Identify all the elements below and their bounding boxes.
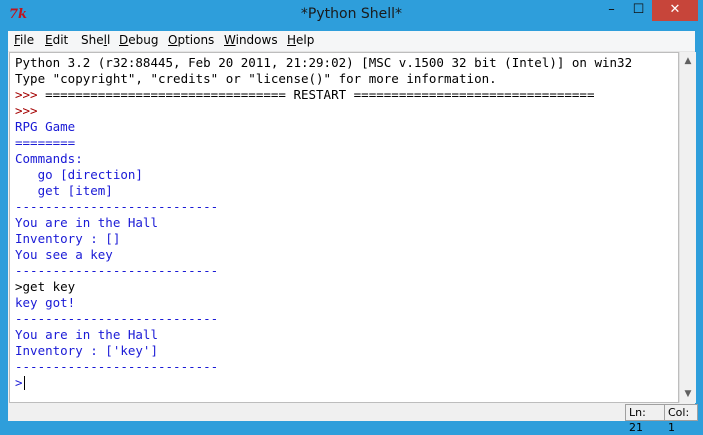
vertical-scrollbar[interactable]: ▲ ▼ — [679, 52, 696, 403]
menu-help[interactable]: Help — [287, 33, 314, 47]
shell-line: --------------------------- — [15, 263, 219, 278]
prompt-marker: >>> — [15, 87, 46, 102]
menu-options[interactable]: Options — [168, 33, 214, 47]
menu-file[interactable]: File — [14, 33, 34, 47]
menu-label-part: D — [119, 33, 129, 47]
text-cursor — [24, 376, 25, 390]
shell-line: >get key — [15, 279, 76, 294]
scroll-down-arrow-icon[interactable]: ▼ — [680, 386, 696, 402]
menu-label-part: elp — [296, 33, 315, 47]
menu-label-part: She — [81, 33, 104, 47]
shell-line: --------------------------- — [15, 199, 219, 214]
menu-label-part: W — [224, 33, 236, 47]
menu-shell[interactable]: Shell — [81, 33, 110, 47]
close-button[interactable]: ✕ — [652, 0, 698, 21]
title-bar[interactable]: 7k *Python Shell* – ☐ ✕ — [0, 0, 703, 31]
shell-line: You see a key — [15, 247, 113, 262]
column-number-indicator: Col: 1 — [664, 404, 698, 434]
menu-edit[interactable]: Edit — [45, 33, 68, 47]
scroll-up-arrow-icon[interactable]: ▲ — [680, 53, 696, 69]
maximize-button[interactable]: ☐ — [625, 0, 652, 21]
shell-line: go [direction] — [15, 167, 143, 182]
shell-line: RPG Game — [15, 119, 76, 134]
shell-line: >>> — [15, 103, 46, 118]
shell-line: > — [15, 375, 23, 390]
menu-label-part: ptions — [177, 33, 215, 47]
status-bar: Ln: 21 Col: 1 — [8, 403, 698, 434]
menu-label-part: ebug — [128, 33, 159, 47]
menu-windows[interactable]: Windows — [224, 33, 278, 47]
menu-label-part: indows — [235, 33, 278, 47]
shell-line: You are in the Hall — [15, 327, 158, 342]
shell-line: ======== — [15, 135, 76, 150]
menu-label-part: ile — [20, 33, 35, 47]
menu-label-part: E — [45, 33, 53, 47]
shell-line: Type "copyright", "credits" or "license(… — [15, 71, 497, 86]
menu-label-part: l — [106, 33, 111, 47]
restart-banner: ================================ RESTART… — [45, 87, 595, 102]
shell-line: --------------------------- — [15, 311, 219, 326]
shell-line: Inventory : ['key'] — [15, 343, 158, 358]
menu-bar: File Edit Shell Debug Options Windows Help — [8, 31, 695, 52]
line-number-indicator: Ln: 21 — [625, 404, 665, 434]
window-frame: File Edit Shell Debug Options Windows Help Pyt… — [8, 31, 698, 434]
menu-label-part: dit — [52, 33, 69, 47]
shell-line: Commands: — [15, 151, 83, 166]
shell-line: --------------------------- — [15, 359, 219, 374]
shell-text-area[interactable]: Python 3.2 (r32:88445, Feb 20 2011, 21:2… — [9, 52, 679, 403]
minimize-button[interactable]: – — [598, 0, 625, 21]
menu-label-part: H — [287, 33, 297, 47]
menu-debug[interactable]: Debug — [119, 33, 158, 47]
shell-line: You are in the Hall — [15, 215, 158, 230]
shell-line: Inventory : [] — [15, 231, 121, 246]
shell-line: Python 3.2 (r32:88445, Feb 20 2011, 21:2… — [15, 55, 633, 70]
shell-line: key got! — [15, 295, 76, 310]
shell-line: get [item] — [15, 183, 113, 198]
shell-line: >>> ================================ RES… — [15, 87, 594, 103]
